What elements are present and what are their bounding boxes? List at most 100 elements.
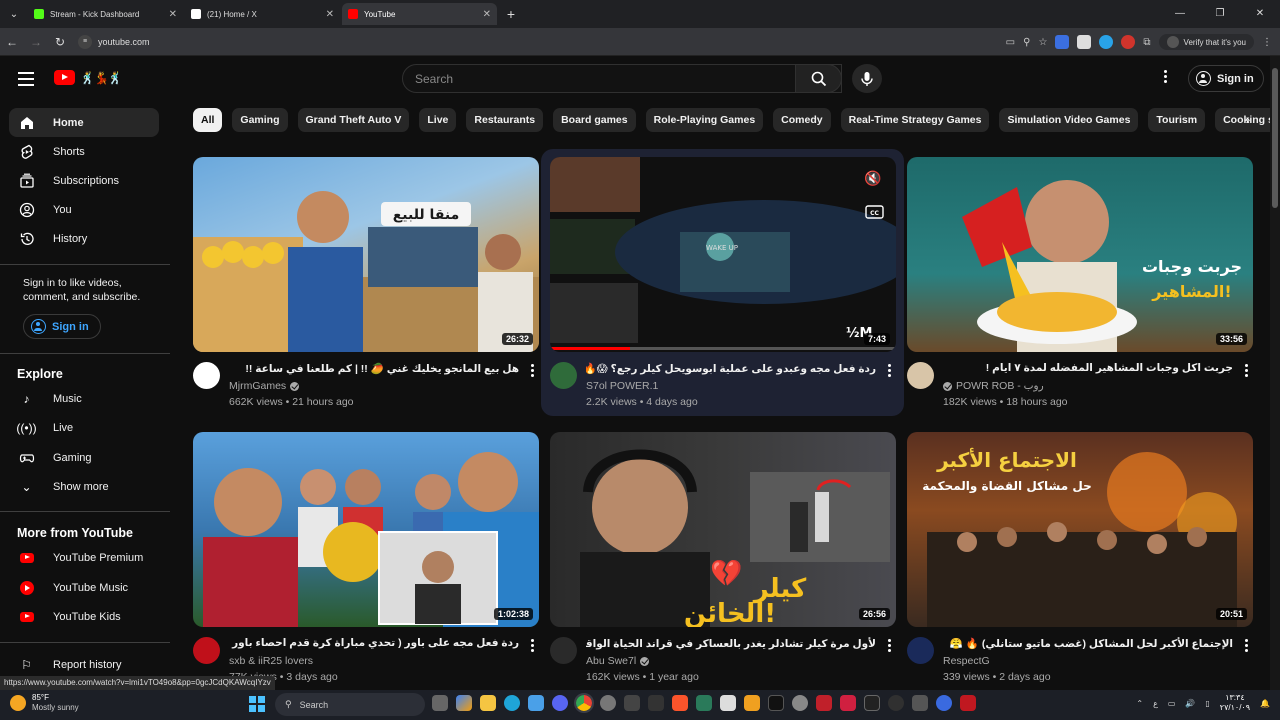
app-icon[interactable] — [648, 695, 664, 711]
channel-avatar[interactable] — [193, 637, 220, 664]
channel-name[interactable]: sxb & iiR25 lovers — [229, 655, 313, 667]
tiktok-icon[interactable] — [768, 695, 784, 711]
battery-icon[interactable]: ▯ — [1205, 699, 1209, 708]
video-menu-kebab-icon[interactable] — [1245, 364, 1249, 379]
scrollbar-thumb[interactable] — [1272, 68, 1278, 208]
settings-kebab-icon[interactable] — [1162, 70, 1168, 85]
tab-search-icon[interactable]: ⌄ — [0, 0, 28, 28]
signin-button[interactable]: Sign in — [1188, 65, 1264, 92]
sidebar-item-music[interactable]: ♪ Music — [9, 384, 159, 413]
sidebar-signin-button[interactable]: Sign in — [23, 314, 101, 339]
channel-name[interactable]: POWR ROB - روب — [943, 380, 1044, 392]
sidebar-item-history[interactable]: History — [9, 224, 159, 253]
sidebar-item-show-more[interactable]: ⌄ Show more — [9, 472, 159, 501]
new-tab-button[interactable]: + — [499, 6, 523, 22]
video-title[interactable]: لأول مرة كيلر تشادلر يغدر بالعساكر في قر… — [586, 637, 876, 653]
video-card[interactable]: منقا للبيع 26:32 هل بيع المانجو يخليك غن… — [193, 157, 539, 432]
language-indicator-icon[interactable]: ع — [1153, 699, 1158, 708]
app-icon[interactable] — [792, 695, 808, 711]
video-menu-kebab-icon[interactable] — [1245, 639, 1249, 654]
app-icon[interactable] — [744, 695, 760, 711]
channel-name[interactable]: Abu Swe7l — [586, 655, 650, 667]
channel-avatar[interactable] — [550, 637, 577, 664]
sidebar-item-youtube-kids[interactable]: YouTube Kids — [9, 602, 159, 631]
extensions-puzzle-icon[interactable]: ⧉ — [1143, 37, 1150, 48]
channel-avatar[interactable] — [550, 362, 577, 389]
voice-search-button[interactable] — [852, 64, 882, 93]
browser-menu-icon[interactable]: ⋮ — [1262, 37, 1272, 48]
obs-icon[interactable] — [888, 695, 904, 711]
tab-close-icon[interactable]: ✕ — [326, 9, 334, 20]
extension-icon[interactable] — [1121, 35, 1136, 49]
video-thumbnail[interactable]: كيلر الخائن! 💔 26:56 — [550, 432, 896, 627]
video-menu-kebab-icon[interactable] — [531, 364, 535, 379]
app-icon[interactable] — [912, 695, 928, 711]
close-window-icon[interactable]: ✕ — [1240, 0, 1280, 28]
search-box[interactable] — [402, 64, 842, 93]
channel-name[interactable]: RespectG — [943, 655, 990, 667]
sidebar-item-youtube-premium[interactable]: YouTube Premium — [9, 543, 159, 572]
video-thumbnail[interactable]: منقا للبيع 26:32 — [193, 157, 539, 352]
maximize-icon[interactable]: ❐ — [1200, 0, 1240, 28]
chip-simulation-games[interactable]: Simulation Video Games — [999, 108, 1139, 132]
sidebar-item-shorts[interactable]: Shorts — [9, 137, 159, 166]
chrome-icon[interactable] — [574, 693, 594, 713]
url-field[interactable]: ≡ youtube.com — [78, 34, 150, 49]
forward-icon[interactable]: → — [24, 35, 48, 49]
page-scrollbar[interactable] — [1270, 56, 1280, 690]
extension-icon[interactable] — [1055, 35, 1070, 49]
channel-avatar[interactable] — [193, 362, 220, 389]
sidebar-item-you[interactable]: You — [9, 195, 159, 224]
video-menu-kebab-icon[interactable] — [531, 639, 535, 654]
store-icon[interactable] — [528, 695, 544, 711]
sidebar-item-live[interactable]: ((•)) Live — [9, 413, 159, 442]
edge-icon[interactable] — [504, 695, 520, 711]
chip-live[interactable]: Live — [419, 108, 457, 132]
video-card[interactable]: 1:02:38 ردة فعل مجه على باور ( تحدي مبار… — [193, 432, 539, 707]
chip-restaurants[interactable]: Restaurants — [466, 108, 544, 132]
search-input[interactable] — [403, 65, 841, 92]
minimize-icon[interactable]: — — [1160, 0, 1200, 28]
video-card[interactable]: جربت وجبات المشاهير! 33:56 جربت اكل وجبا… — [907, 157, 1253, 432]
video-title[interactable]: هل بيع المانجو يخليك غني 🥭 !! | كم طلعنا… — [229, 362, 519, 378]
discord-icon[interactable] — [552, 695, 568, 711]
network-icon[interactable]: ▭ — [1168, 699, 1176, 708]
notifications-icon[interactable]: 🔔 — [1260, 699, 1270, 708]
video-title[interactable]: ردة فعل مجه وعبدو على عملية ابوسويحل كيل… — [586, 362, 876, 378]
video-menu-kebab-icon[interactable] — [888, 364, 892, 379]
chip-role-playing-games[interactable]: Role-Playing Games — [645, 108, 764, 132]
video-card[interactable]: الاجتماع الأكبر حل مشاكل القضاة والمحكمة… — [907, 432, 1253, 707]
chip-rts-games[interactable]: Real-Time Strategy Games — [840, 108, 990, 132]
back-icon[interactable]: ← — [0, 35, 24, 49]
channel-avatar[interactable] — [907, 362, 934, 389]
tray-overflow-chevron-icon[interactable]: ⌃ — [1136, 699, 1143, 708]
tab-close-icon[interactable]: ✕ — [169, 9, 177, 20]
app-icon[interactable] — [840, 695, 856, 711]
sidebar-item-report-history[interactable]: ⚐ Report history — [9, 650, 159, 679]
zoom-icon[interactable]: ⚲ — [1023, 37, 1030, 48]
browser-tab-youtube[interactable]: YouTube ✕ — [342, 3, 497, 25]
guide-menu-icon[interactable] — [18, 72, 34, 90]
extension-icon[interactable] — [1099, 35, 1114, 49]
sidebar-item-home[interactable]: Home — [9, 108, 159, 137]
app-icon[interactable] — [720, 695, 736, 711]
browser-tab-x[interactable]: (21) Home / X ✕ — [185, 3, 340, 25]
task-view-icon[interactable] — [432, 695, 448, 711]
sidebar-item-gaming[interactable]: Gaming — [9, 443, 159, 472]
browser-tab-kick[interactable]: Stream - Kick Dashboard ✕ — [28, 3, 183, 25]
app-icon[interactable] — [816, 695, 832, 711]
copilot-icon[interactable] — [456, 695, 472, 711]
video-title[interactable]: ردة فعل مجه على باور ( تحدي مباراة كرة ق… — [229, 637, 519, 653]
chip-all[interactable]: All — [193, 108, 223, 132]
tab-close-icon[interactable]: ✕ — [483, 9, 491, 20]
video-card[interactable]: WAKE UP 🔇 CC ½M 7:43 ردة فعل مجه وعبدو ع… — [550, 157, 896, 432]
taskbar-clock[interactable]: ١٣:٣٤ ٢٧/١٠/٠٩ — [1220, 693, 1250, 713]
sidebar-item-subscriptions[interactable]: Subscriptions — [9, 166, 159, 195]
app-icon[interactable] — [624, 695, 640, 711]
chip-gta-v[interactable]: Grand Theft Auto V — [297, 108, 410, 132]
file-explorer-icon[interactable] — [480, 695, 496, 711]
video-thumbnail[interactable]: جربت وجبات المشاهير! 33:56 — [907, 157, 1253, 352]
chip-comedy[interactable]: Comedy — [773, 108, 831, 132]
profile-button[interactable]: Verify that it's you — [1158, 34, 1254, 50]
chip-tourism[interactable]: Tourism — [1148, 108, 1206, 132]
